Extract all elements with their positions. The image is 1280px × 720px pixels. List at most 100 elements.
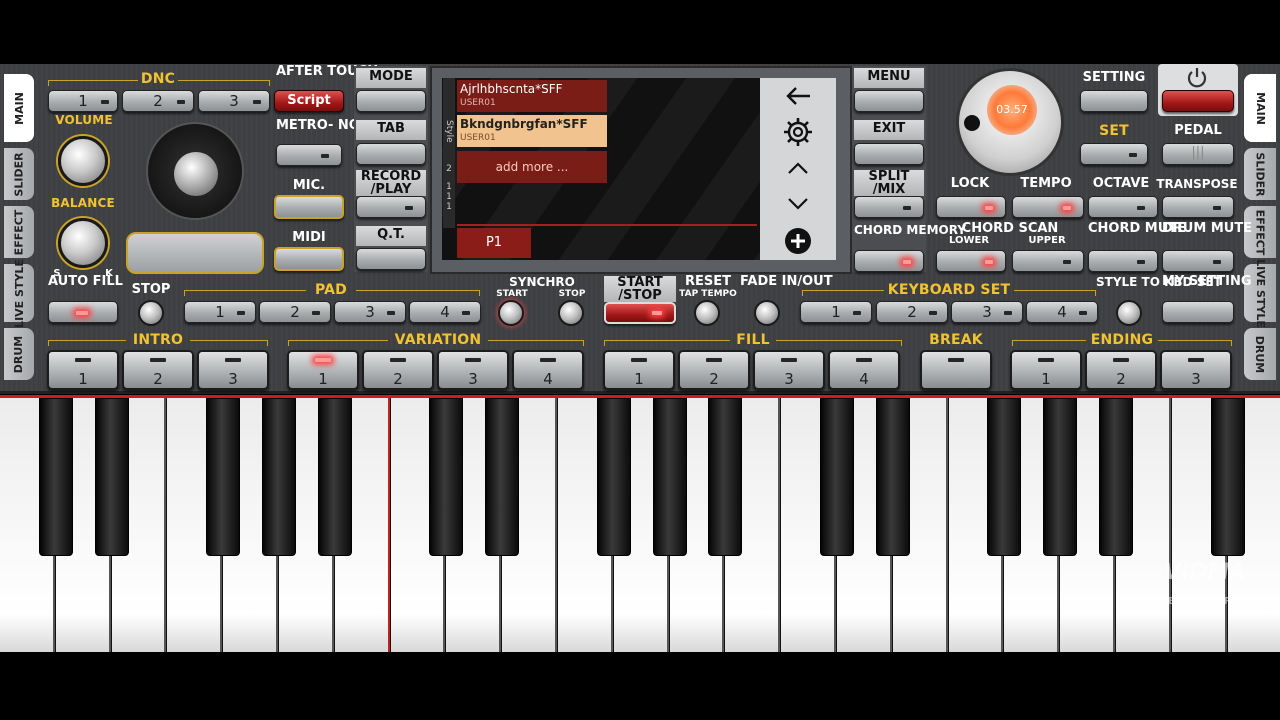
pad-stop-knob[interactable]	[138, 300, 164, 326]
chevron-up-icon[interactable]	[786, 160, 810, 176]
dnc-button-3[interactable]: 3	[198, 90, 270, 112]
joystick-handle[interactable]	[174, 152, 218, 196]
style-to-kbd-knob[interactable]	[1116, 300, 1142, 326]
pad-button-2[interactable]: 2	[259, 301, 331, 323]
set-button[interactable]	[1080, 143, 1148, 165]
exit-button[interactable]	[854, 143, 924, 165]
side-tab-drum-right[interactable]: DRUM	[1244, 328, 1276, 380]
drum-mute-button[interactable]	[1162, 250, 1234, 272]
side-tab-slider-left[interactable]: SLIDER	[4, 148, 34, 200]
kbd-set-button-3[interactable]: 3	[951, 301, 1023, 323]
chord-scan-upper-button[interactable]	[1012, 250, 1084, 272]
setting-button[interactable]	[1080, 90, 1148, 112]
black-key[interactable]	[1043, 398, 1078, 556]
split-mix-button[interactable]	[854, 196, 924, 218]
variation-button-4[interactable]: 4	[512, 350, 584, 390]
black-key[interactable]	[94, 398, 129, 556]
tempo-dial[interactable]: 03.57	[956, 68, 1064, 176]
intro-button-2[interactable]: 2	[122, 350, 194, 390]
black-key[interactable]	[652, 398, 687, 556]
intro-button-1[interactable]: 1	[47, 350, 119, 390]
record-play-button[interactable]	[356, 196, 426, 218]
side-tab-slider-right[interactable]: SLIDER	[1244, 148, 1276, 200]
variation-button-2[interactable]: 2	[362, 350, 434, 390]
octave-button[interactable]	[1088, 196, 1158, 218]
reset-knob[interactable]	[694, 300, 720, 326]
black-key[interactable]	[1210, 398, 1245, 556]
black-key[interactable]	[708, 398, 743, 556]
ending-button-2[interactable]: 2	[1085, 350, 1157, 390]
style-item-2[interactable]: Bkndgnbrgfan*SFF USER01	[457, 115, 607, 147]
black-key[interactable]	[206, 398, 241, 556]
start-stop-button[interactable]	[604, 302, 676, 324]
synchro-start-knob[interactable]	[498, 300, 524, 326]
side-tab-drum-left[interactable]: DRUM	[4, 328, 34, 380]
pad-button-4[interactable]: 4	[409, 301, 481, 323]
variation-bracket	[288, 340, 388, 346]
metronome-button[interactable]	[276, 144, 342, 166]
synchro-stop-knob[interactable]	[558, 300, 584, 326]
power-button[interactable]	[1162, 90, 1234, 112]
fill-button-2[interactable]: 2	[678, 350, 750, 390]
side-tab-livestyle-left[interactable]: LIVE STYLE	[4, 259, 34, 327]
add-more-button[interactable]: add more ...	[457, 151, 607, 183]
black-key[interactable]	[987, 398, 1022, 556]
transpose-button[interactable]	[1162, 196, 1234, 218]
ending-button-3[interactable]: 3	[1160, 350, 1232, 390]
dnc-button-2[interactable]: 2	[122, 90, 194, 112]
dnc-button-1[interactable]: 1	[48, 90, 118, 112]
chord-scan-lower-button[interactable]	[936, 250, 1006, 272]
black-key[interactable]	[485, 398, 520, 556]
qt-button[interactable]	[356, 248, 426, 270]
pad-button-3[interactable]: 3	[334, 301, 406, 323]
intro-button-3[interactable]: 3	[197, 350, 269, 390]
variation-button-1[interactable]: 1	[287, 350, 359, 390]
style-item-1[interactable]: Ajrlhbhscnta*SFF USER01	[457, 80, 607, 112]
mode-button[interactable]	[356, 90, 426, 112]
joystick[interactable]	[146, 122, 244, 220]
kbd-set-button-1[interactable]: 1	[800, 301, 872, 323]
my-setting-button[interactable]	[1162, 301, 1234, 323]
variation-button-3[interactable]: 3	[437, 350, 509, 390]
black-key[interactable]	[596, 398, 631, 556]
black-key[interactable]	[262, 398, 296, 556]
pitch-bend-pad[interactable]	[126, 232, 264, 274]
break-button[interactable]	[920, 350, 992, 390]
auto-fill-button[interactable]	[48, 301, 118, 323]
black-key[interactable]	[875, 398, 910, 556]
gear-icon[interactable]	[782, 116, 814, 148]
pad-button-1[interactable]: 1	[184, 301, 256, 323]
tab-button[interactable]	[356, 143, 426, 165]
black-key[interactable]	[1099, 398, 1133, 556]
tempo-button[interactable]	[1012, 196, 1084, 218]
volume-knob[interactable]	[58, 136, 108, 186]
fade-knob[interactable]	[754, 300, 780, 326]
chevron-down-icon[interactable]	[786, 196, 810, 212]
black-key[interactable]	[820, 398, 854, 556]
side-tab-livestyle-right[interactable]: LIVE STYLE	[1244, 259, 1276, 327]
add-circle-icon[interactable]	[783, 226, 813, 256]
chord-memory-button[interactable]	[854, 250, 924, 272]
script-button[interactable]: Script	[274, 90, 344, 112]
side-tab-main-left[interactable]: MAIN	[4, 74, 34, 142]
midi-button[interactable]	[274, 247, 344, 271]
pedal-button[interactable]: |||	[1162, 143, 1234, 165]
fill-button-1[interactable]: 1	[603, 350, 675, 390]
mic-button[interactable]	[274, 195, 344, 219]
pad-p1-tab[interactable]: P1	[457, 228, 531, 258]
black-key[interactable]	[317, 398, 352, 556]
chord-mute-button[interactable]	[1088, 250, 1158, 272]
side-tab-main-right[interactable]: MAIN	[1244, 74, 1276, 142]
kbd-set-button-2[interactable]: 2	[876, 301, 948, 323]
fill-button-3[interactable]: 3	[753, 350, 825, 390]
fill-button-4[interactable]: 4	[828, 350, 900, 390]
menu-button[interactable]	[854, 90, 924, 112]
lock-button[interactable]	[936, 196, 1006, 218]
ending-button-1[interactable]: 1	[1010, 350, 1082, 390]
black-key[interactable]	[429, 398, 464, 556]
kbd-set-button-4[interactable]: 4	[1026, 301, 1098, 323]
side-tab-effect-left[interactable]: EFFECT	[4, 206, 34, 258]
balance-knob[interactable]	[58, 218, 108, 268]
black-key[interactable]	[38, 398, 73, 556]
back-arrow-icon[interactable]	[784, 84, 812, 108]
